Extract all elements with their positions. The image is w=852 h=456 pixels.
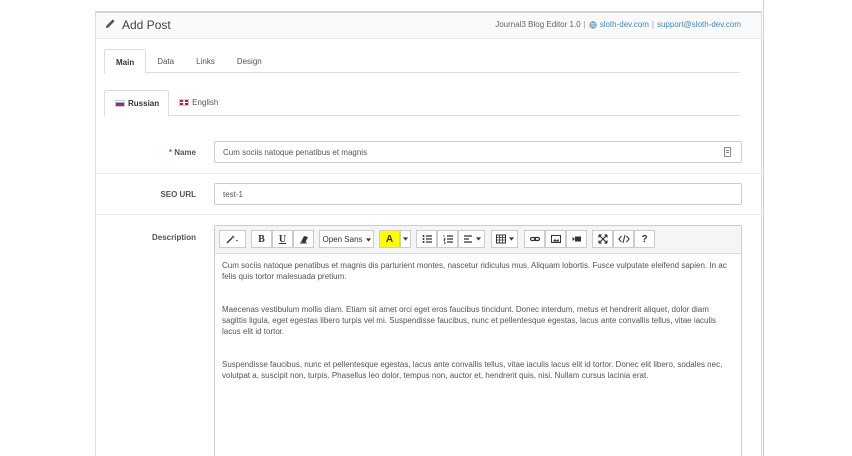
description-label: Description — [151, 233, 196, 242]
name-input[interactable]: Cum sociis natoque penatibus et magnis — [214, 141, 742, 163]
description-editor[interactable]: B U Open Sans A ? Cum sociis natoque pen… — [214, 225, 742, 456]
row-divider — [96, 214, 761, 215]
panel-title: Add Post — [105, 18, 171, 32]
paragraph-align-button[interactable] — [458, 230, 485, 248]
meta-separator-2: | — [651, 20, 654, 29]
tab-main[interactable]: Main — [104, 49, 147, 74]
site-link[interactable]: sloth-dev.com — [600, 20, 649, 29]
unordered-list-button[interactable] — [416, 230, 437, 248]
font-family-value: Open Sans — [322, 234, 363, 244]
language-tabs: Russian English — [104, 90, 740, 117]
editor-content[interactable]: Cum sociis natoque penatibus et magnis d… — [222, 260, 734, 403]
tab-language-russian[interactable]: Russian — [104, 90, 170, 117]
code-view-button[interactable] — [613, 230, 634, 248]
seo-url-label: SEO URL — [160, 190, 196, 199]
panel-header: Add Post Journal3 Blog Editor 1.0 | slot… — [96, 13, 761, 39]
meta-separator: | — [583, 20, 586, 29]
name-label: * Name — [96, 148, 196, 157]
pencil-icon — [105, 18, 116, 32]
row-divider — [96, 173, 761, 174]
panel-title-text: Add Post — [122, 18, 171, 32]
seo-url-value: test-1 — [223, 190, 244, 199]
font-family-select[interactable]: Open Sans — [319, 230, 374, 248]
tab-design[interactable]: Design — [226, 49, 273, 73]
bold-button[interactable]: B — [251, 230, 272, 248]
help-button[interactable]: ? — [634, 230, 655, 248]
header-meta: Journal3 Blog Editor 1.0 | sloth-dev.com… — [495, 20, 741, 29]
image-button[interactable] — [545, 230, 566, 248]
editor-paragraph: Cum sociis natoque penatibus et magnis d… — [222, 261, 727, 281]
editor-paragraph: Maecenas vestibulum mollis diam. Etiam s… — [222, 305, 717, 336]
link-button[interactable] — [524, 230, 545, 248]
tab-data[interactable]: Data — [146, 49, 185, 73]
name-input-value: Cum sociis natoque penatibus et magnis — [223, 148, 368, 157]
russia-flag-icon — [115, 100, 125, 107]
main-tabs: Main Data Links Design — [104, 49, 740, 74]
chevron-down-icon — [365, 235, 371, 244]
tab-language-english[interactable]: English — [169, 90, 227, 116]
page-divider — [763, 0, 764, 456]
editor-paragraph: Suspendisse faucibus, nunc et pellentesq… — [222, 360, 723, 380]
england-flag-icon — [179, 99, 190, 106]
editor-version: Journal3 Blog Editor 1.0 — [495, 20, 581, 29]
language-label: Russian — [128, 99, 160, 108]
underline-button[interactable]: U — [272, 230, 293, 248]
name-label-text: Name — [174, 148, 196, 157]
seo-url-input[interactable]: test-1 — [214, 183, 742, 205]
ordered-list-button[interactable] — [437, 230, 458, 248]
globe-icon — [589, 20, 597, 29]
magic-wand-button[interactable] — [219, 230, 246, 248]
add-post-panel: Add Post Journal3 Blog Editor 1.0 | slot… — [95, 11, 762, 456]
fullscreen-button[interactable] — [592, 230, 613, 248]
required-mark: * — [168, 148, 172, 157]
table-button[interactable] — [491, 230, 518, 248]
page: Add Post Journal3 Blog Editor 1.0 | slot… — [0, 0, 852, 456]
eraser-button[interactable] — [293, 230, 314, 248]
language-label: English — [192, 98, 219, 107]
video-button[interactable] — [566, 230, 587, 248]
font-color-dropdown[interactable] — [400, 230, 411, 248]
support-email-link[interactable]: support@sloth-dev.com — [657, 20, 741, 29]
document-icon — [724, 147, 731, 157]
font-color-button[interactable]: A — [379, 230, 400, 248]
editor-toolbar: B U Open Sans A ? — [215, 226, 741, 254]
tab-links[interactable]: Links — [185, 49, 226, 73]
